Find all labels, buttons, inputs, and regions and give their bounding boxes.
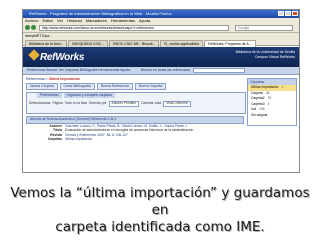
- refworks-menu[interactable]: Referencias Buscar Ver Carpetas Bibliogr…: [27, 67, 130, 74]
- reference-field: Carpetas Última importación: [26, 137, 244, 141]
- panel-tabs: Preferencias Organizar y compartir carpe…: [27, 93, 245, 98]
- refworks-actions: Nueva Carpeta Crear Bibliografía Nueva R…: [26, 83, 167, 90]
- folder-name: Carpeta: [251, 90, 263, 95]
- breadcrumb-root[interactable]: Referencias: [26, 77, 45, 81]
- tab-preferences[interactable]: Preferencias: [37, 93, 62, 98]
- radio-selected[interactable]: Seleccionadas: [29, 101, 50, 106]
- view-select[interactable]: Vista Uniforme: [163, 101, 191, 107]
- view-label: Cambiar vista: [141, 101, 162, 105]
- folder-count: 105: [259, 107, 265, 111]
- menu-ver[interactable]: Ver: [57, 18, 63, 23]
- forward-icon[interactable]: [31, 25, 36, 30]
- radio-page[interactable]: Página: [52, 101, 62, 106]
- tab-applications[interactable]: Ñ_-revhel-applications: [160, 40, 204, 47]
- reference-header: Artículo de Revista Académica (General) …: [26, 116, 244, 124]
- panel-options-row: Seleccionadas Página Todo en la lista Or…: [29, 101, 243, 107]
- menu-editar[interactable]: Editar: [42, 18, 52, 23]
- back-icon[interactable]: [25, 25, 30, 30]
- folder-name: Última Importación: [251, 85, 279, 89]
- institution-name: Biblioteca de la Universidad de Sevilla …: [235, 50, 295, 59]
- browser-screenshot: RefWorks - Programa de Administración Bi…: [22, 9, 300, 173]
- options-panel: Preferencias Organizar y compartir carpe…: [26, 92, 246, 114]
- radio-all[interactable]: Todo en la lista: [65, 101, 87, 106]
- browser-search-field[interactable]: Google: [235, 25, 293, 31]
- maximize-icon[interactable]: [285, 11, 291, 16]
- menu-herramientas[interactable]: Herramientas: [111, 18, 135, 23]
- menu-ayuda[interactable]: Ayuda: [139, 18, 150, 23]
- minimize-icon[interactable]: [278, 11, 284, 16]
- breadcrumb-current: Última Importación: [48, 77, 81, 81]
- menu-archivo[interactable]: Archivo: [25, 18, 38, 23]
- new-reference-button[interactable]: Nueva Referencia: [96, 83, 133, 90]
- folders-sidebar: Carpetas Última Importación 1 Carpeta 38 C…: [247, 74, 297, 172]
- menu-marcadores[interactable]: Marcadores: [86, 18, 107, 23]
- refworks-logo-text: RefWorks: [40, 52, 85, 63]
- refworks-logo: RefWorks: [28, 49, 85, 63]
- tab-refworks[interactable]: RefWorks, Programa de A...: [204, 40, 256, 47]
- sort-label: Ordenar por: [88, 101, 107, 105]
- tab-busqueda[interactable]: BÚSQUEDA CSIC...: [68, 40, 109, 47]
- slide: RefWorks - Programa de Administración Bi…: [0, 0, 320, 240]
- caption-line-1: Vemos la “última importación” y guardamo…: [10, 185, 310, 218]
- tab-organize-folders[interactable]: Organizar y compartir carpetas: [63, 93, 115, 98]
- folder-name: Carpeta2: [251, 96, 265, 100]
- close-icon[interactable]: [292, 11, 298, 16]
- refworks-header: RefWorks Biblioteca de la Universidad de…: [23, 47, 299, 67]
- address-bar: http://www.refworks.com/famu.us.es/refwo…: [23, 24, 299, 33]
- nav-buttons: [25, 25, 37, 31]
- field-value[interactable]: Última importación: [65, 137, 92, 141]
- folder-name: Incl: [251, 107, 257, 111]
- new-folder-button[interactable]: Nueva Carpeta: [26, 83, 58, 90]
- create-bibliography-button[interactable]: Crear Bibliografía: [59, 83, 95, 90]
- window-controls: [278, 11, 298, 16]
- caption-line-2: carpeta identificada como IME.: [55, 219, 265, 235]
- folder-count: 76: [267, 96, 272, 100]
- folder-name: Sin asignar: [251, 112, 268, 117]
- search-all-label: Buscar en todas las referencias: [141, 68, 191, 72]
- reference-record: Artículo de Revista Académica (General) …: [26, 116, 244, 170]
- slide-caption: Vemos la “última importación” y guardamo…: [10, 185, 310, 236]
- new-folder-button-2[interactable]: Nueva Carpeta: [134, 83, 167, 90]
- folders-panel: Carpetas Última Importación 1 Carpeta 38 C…: [247, 78, 297, 126]
- url-field[interactable]: http://www.refworks.com/famu.us.es/refwo…: [39, 25, 229, 31]
- folder-item[interactable]: Sin asignar: [248, 113, 296, 119]
- refworks-search-input[interactable]: [193, 68, 245, 73]
- folder-count: 38: [265, 90, 270, 95]
- sort-select[interactable]: Autores Primario: [108, 101, 140, 107]
- tab-rdoc[interactable]: RDOC CSIC.ME - Biosoli...: [109, 40, 160, 47]
- folder-count: 1: [281, 85, 284, 89]
- folder-count: 4: [267, 101, 270, 106]
- browser-tabs: Biblioteca de la Univ... BÚSQUEDA CSIC..…: [23, 39, 299, 47]
- menu-historial[interactable]: Historial: [67, 18, 81, 23]
- window-titlebar: RefWorks - Programa de Administración Bi…: [23, 10, 299, 18]
- field-label: Carpetas: [47, 137, 62, 142]
- folder-name: Carpeta3: [251, 101, 265, 106]
- breadcrumb: Referencias » Última Importación: [26, 77, 81, 81]
- refworks-logo-icon: [28, 49, 40, 61]
- tab-biblioteca[interactable]: Biblioteca de la Univ...: [25, 40, 68, 47]
- window-title: RefWorks - Programa de Administración Bi…: [29, 11, 172, 16]
